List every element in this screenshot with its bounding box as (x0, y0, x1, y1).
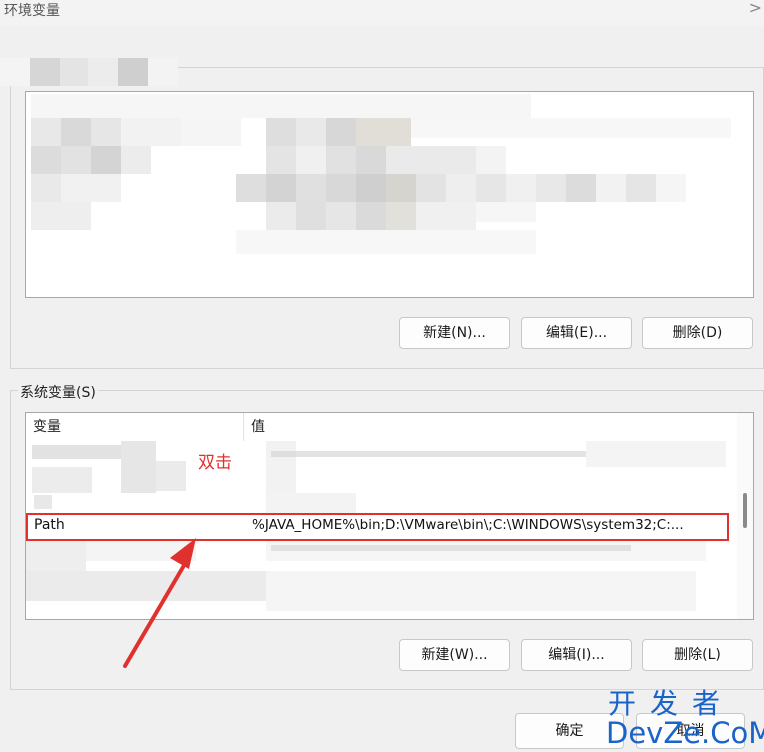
user-delete-button[interactable]: 删除(D) (642, 317, 753, 349)
column-header-value[interactable]: 值 (244, 413, 724, 441)
window-title: 环境变量 (4, 3, 60, 19)
scrollbar-thumb[interactable] (743, 493, 747, 528)
table-row-path[interactable]: Path %JAVA_HOME%\bin;D:\VMware\bin\;C:\W… (26, 513, 729, 541)
annotation-label: 双击 (198, 453, 232, 473)
system-delete-button[interactable]: 删除(L) (642, 639, 753, 671)
redacted-rows (26, 92, 753, 297)
system-variables-label: 系统变量(S) (18, 382, 98, 402)
user-variables-list[interactable] (25, 91, 754, 298)
system-new-button[interactable]: 新建(W)... (399, 639, 510, 671)
system-edit-button[interactable]: 编辑(I)... (521, 639, 632, 671)
row-variable-value: %JAVA_HOME%\bin;D:\VMware\bin\;C:\WINDOW… (252, 517, 684, 533)
user-new-button[interactable]: 新建(N)... (399, 317, 510, 349)
system-variables-list[interactable]: 变量 值 Path %JAVA_HOME%\bin;D:\VMware\bin\… (25, 412, 754, 620)
row-variable-name: Path (34, 517, 65, 533)
vertical-scrollbar[interactable] (737, 413, 753, 619)
column-header-name[interactable]: 变量 (26, 413, 243, 441)
title-bar: 环境变量 > (0, 0, 764, 26)
watermark-bottom-text: DevZe.CoM (606, 716, 764, 750)
watermark-logo: 开发者 DevZe.CoM (600, 682, 764, 752)
close-icon[interactable]: > (749, 0, 762, 17)
user-edit-button[interactable]: 编辑(E)... (521, 317, 632, 349)
redacted-area (0, 58, 235, 88)
